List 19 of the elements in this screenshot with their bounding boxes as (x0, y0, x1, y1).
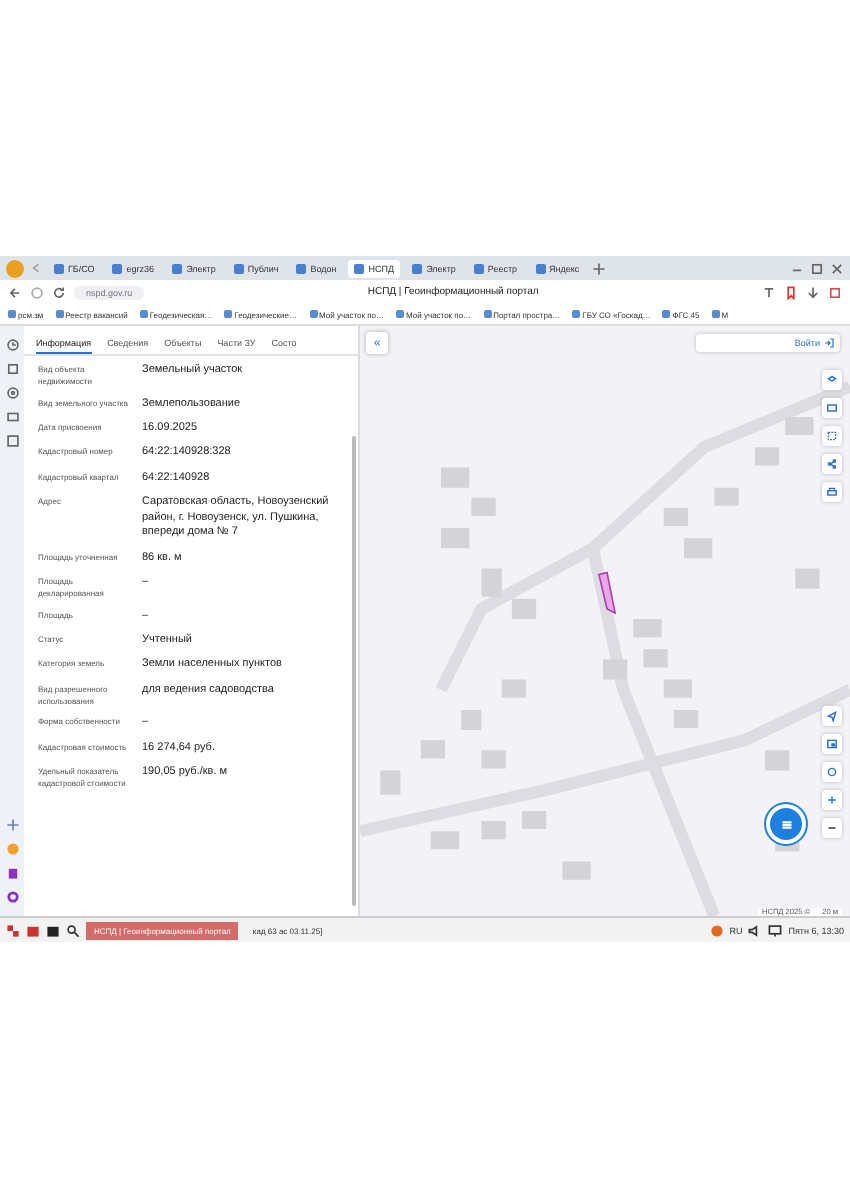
clock-icon[interactable] (5, 338, 19, 352)
search-icon[interactable] (66, 923, 80, 937)
menu-icon[interactable] (777, 815, 795, 833)
menu-button[interactable] (770, 808, 802, 840)
plus-icon[interactable] (5, 818, 19, 832)
download-icon[interactable] (806, 285, 820, 299)
reload-icon[interactable] (52, 285, 66, 299)
settings-icon[interactable] (5, 386, 19, 400)
monitor-icon[interactable] (768, 923, 783, 937)
maximize-icon[interactable] (810, 261, 824, 275)
bookmark-icon[interactable] (784, 285, 798, 299)
plus-icon[interactable] (591, 261, 606, 275)
volume-icon[interactable] (748, 923, 763, 937)
start-icon[interactable] (6, 923, 20, 937)
close-icon[interactable] (830, 261, 844, 275)
ring-icon[interactable] (5, 890, 19, 904)
back-icon[interactable] (8, 285, 22, 299)
login-icon[interactable] (824, 338, 834, 348)
translate-icon[interactable] (762, 285, 776, 299)
